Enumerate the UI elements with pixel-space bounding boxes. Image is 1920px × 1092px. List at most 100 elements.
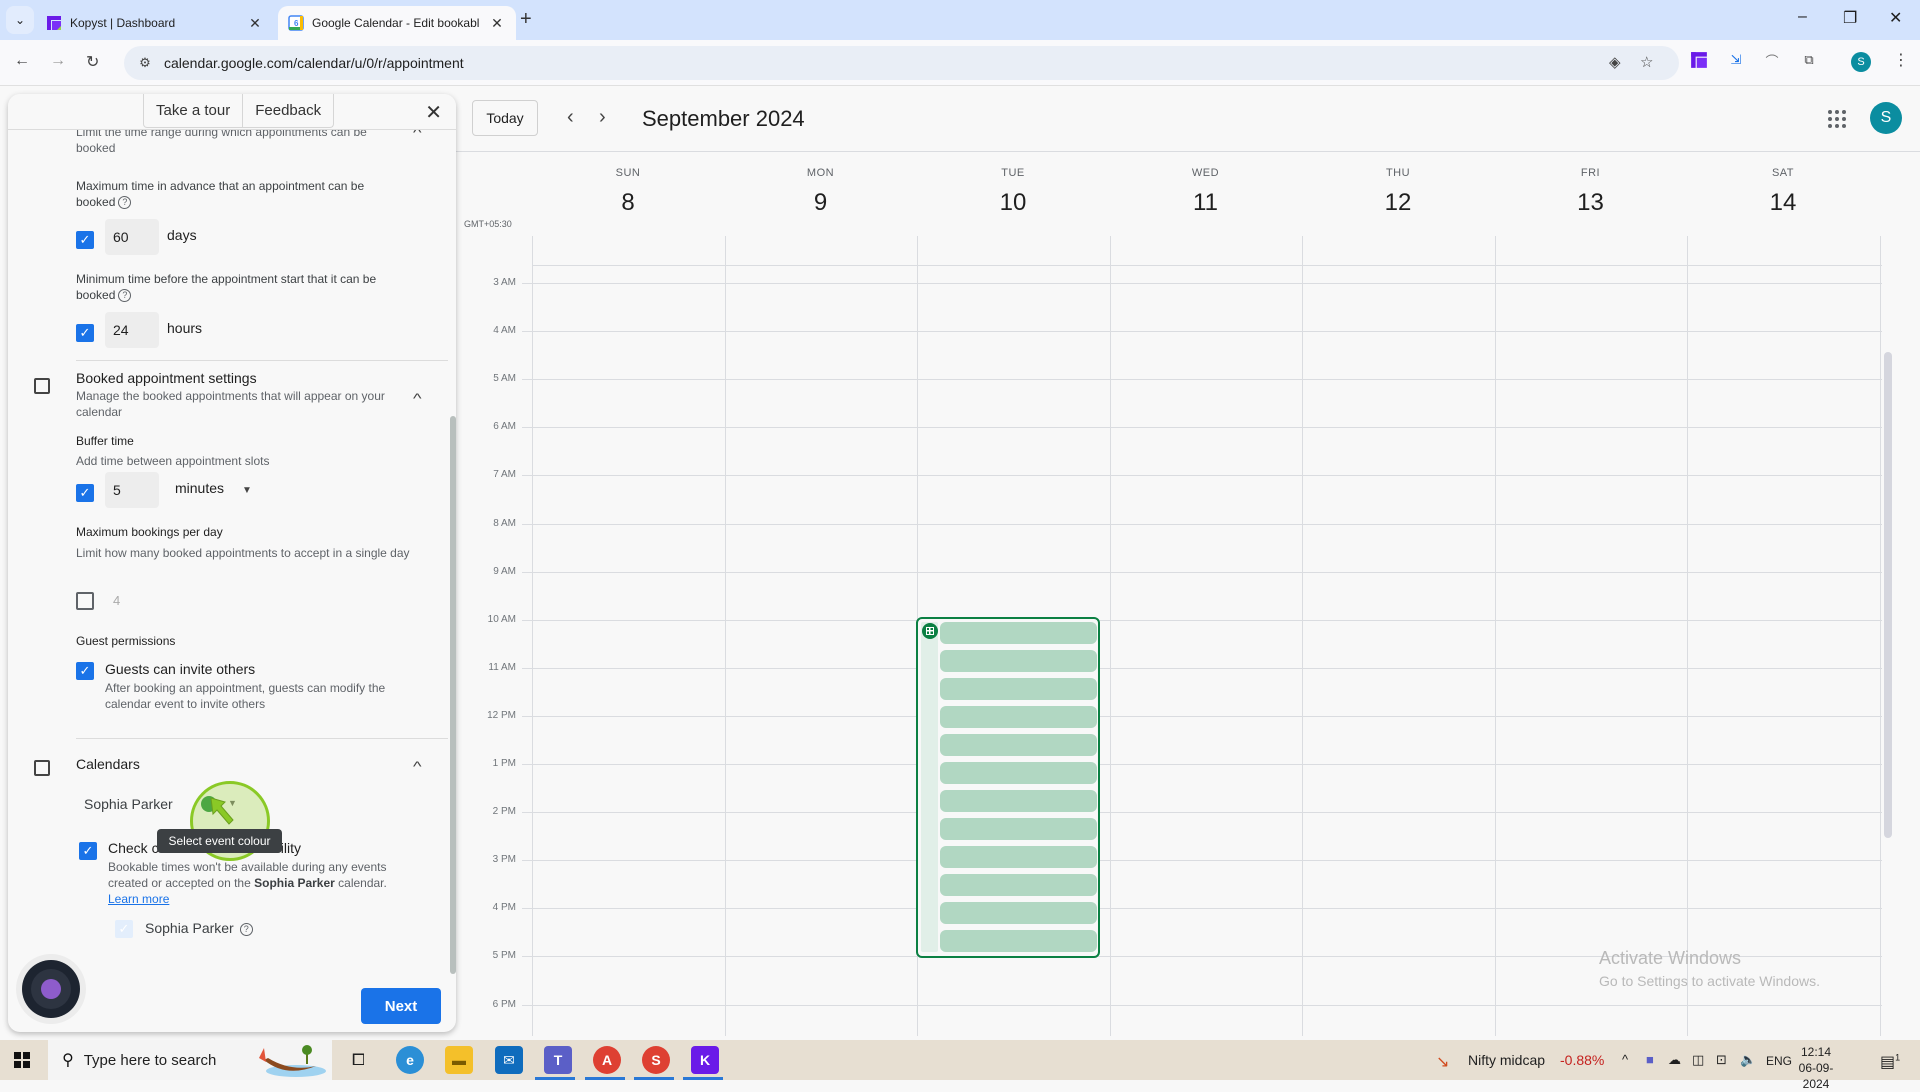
url-text[interactable]: calendar.google.com/calendar/u/0/r/appoi… — [164, 55, 464, 71]
close-tab-icon[interactable]: ✕ — [246, 15, 264, 32]
help-icon[interactable]: ? — [118, 289, 132, 303]
take-a-tour-button[interactable]: Take a tour — [144, 94, 242, 127]
address-bar[interactable]: ⚙ calendar.google.com/calendar/u/0/r/app… — [124, 46, 1679, 80]
collapse-calendars-icon[interactable]: ^ — [413, 758, 422, 774]
calendar-scrollbar[interactable] — [1884, 352, 1892, 838]
guests-invite-checkbox[interactable]: ✓ — [76, 662, 94, 680]
teams-tray-icon[interactable]: ■ — [1646, 1052, 1654, 1067]
day-date[interactable]: 8 — [532, 189, 724, 217]
reload-icon[interactable]: ↻ — [86, 52, 99, 72]
day-date[interactable]: 10 — [917, 189, 1109, 217]
volume-icon[interactable]: 🔈 — [1740, 1052, 1756, 1068]
appointment-slot[interactable] — [940, 706, 1097, 728]
account-avatar[interactable]: S — [1870, 102, 1902, 134]
mail-taskbar-icon[interactable]: ✉ — [495, 1046, 523, 1074]
day-header-thu[interactable]: THU 12 — [1302, 167, 1494, 217]
appointment-slot[interactable] — [940, 762, 1097, 784]
edge-taskbar-icon[interactable]: e — [396, 1046, 424, 1074]
learn-more-link[interactable]: Learn more — [108, 892, 169, 906]
kopyst-extension-icon[interactable] — [1689, 50, 1709, 70]
new-tab-button[interactable]: + — [520, 8, 532, 31]
show-hidden-icons[interactable]: ^ — [1622, 1052, 1628, 1067]
day-header-sat[interactable]: SAT 14 — [1687, 167, 1879, 217]
today-button[interactable]: Today — [472, 100, 538, 136]
more-menu-icon[interactable]: ⋮ — [1893, 50, 1909, 70]
prev-week-button[interactable]: ‹ — [567, 106, 574, 129]
bookmark-star-icon[interactable]: ☆ — [1640, 53, 1653, 71]
notifications-icon[interactable]: ▤1 — [1880, 1052, 1900, 1072]
appointment-slot[interactable] — [940, 902, 1097, 924]
day-header-fri[interactable]: FRI 13 — [1495, 167, 1687, 217]
taskbar-search[interactable]: ⚲ Type here to search — [48, 1040, 332, 1080]
minimize-button[interactable]: – — [1798, 8, 1807, 26]
restore-button[interactable]: ❐ — [1843, 8, 1857, 28]
extension-icon[interactable]: ⇲ — [1726, 50, 1746, 70]
puzzle-extensions-icon[interactable]: ⧉ — [1799, 50, 1819, 70]
week-grid[interactable] — [532, 236, 1882, 1036]
google-apps-icon[interactable] — [1828, 110, 1846, 128]
teams-taskbar-icon[interactable]: T — [544, 1046, 572, 1074]
appointment-slot[interactable] — [940, 846, 1097, 868]
site-settings-icon[interactable]: ⚙ — [130, 55, 160, 71]
day-date[interactable]: 9 — [725, 189, 917, 217]
check-availability-checkbox[interactable]: ✓ — [79, 842, 97, 860]
appointment-schedule-block[interactable] — [916, 617, 1100, 958]
chrome-profile-a-taskbar-icon[interactable]: A — [593, 1046, 621, 1074]
windows-start-icon[interactable] — [14, 1052, 30, 1068]
profile-avatar[interactable]: S — [1851, 52, 1871, 72]
day-header-tue[interactable]: TUE 10 — [917, 167, 1109, 217]
tab-kopyst[interactable]: Kopyst | Dashboard ✕ — [36, 6, 274, 40]
recorder-button[interactable] — [22, 960, 80, 1018]
min-before-input[interactable]: 24 — [105, 312, 159, 348]
appointment-slot[interactable] — [940, 790, 1097, 812]
chrome-profile-s-taskbar-icon[interactable]: S — [642, 1046, 670, 1074]
day-header-wed[interactable]: WED 11 — [1110, 167, 1302, 217]
onedrive-icon[interactable]: ☁ — [1668, 1052, 1681, 1068]
network-icon[interactable]: ⊡ — [1716, 1052, 1727, 1068]
appointment-slot[interactable] — [940, 930, 1097, 952]
next-button[interactable]: Next — [361, 988, 441, 1024]
day-date[interactable]: 14 — [1687, 189, 1879, 217]
max-advance-checkbox[interactable]: ✓ — [76, 231, 94, 249]
min-before-checkbox[interactable]: ✓ — [76, 324, 94, 342]
max-bookings-checkbox[interactable] — [76, 592, 94, 610]
close-window-button[interactable]: ✕ — [1889, 8, 1902, 28]
buffer-time-checkbox[interactable]: ✓ — [76, 484, 94, 502]
lens-icon[interactable]: ◈ — [1609, 53, 1621, 71]
task-view-icon[interactable]: ⧠ — [352, 1052, 365, 1070]
day-header-mon[interactable]: MON 9 — [725, 167, 917, 217]
stock-name[interactable]: Nifty midcap — [1468, 1052, 1545, 1068]
day-date[interactable]: 13 — [1495, 189, 1687, 217]
tab-search-button[interactable]: ⌄ — [6, 6, 34, 34]
day-date[interactable]: 12 — [1302, 189, 1494, 217]
panel-scrollbar[interactable] — [450, 416, 456, 974]
close-tab-icon[interactable]: ✕ — [488, 15, 506, 32]
help-icon[interactable]: ? — [118, 196, 132, 210]
day-header-sun[interactable]: SUN 8 — [532, 167, 724, 217]
collapse-booked-settings-icon[interactable]: ^ — [413, 390, 422, 406]
buffer-time-input[interactable]: 5 — [105, 472, 159, 508]
max-advance-input[interactable]: 60 — [105, 219, 159, 255]
file-explorer-taskbar-icon[interactable]: ▬ — [445, 1046, 473, 1074]
guests-invite-option[interactable]: Guests can invite others — [105, 661, 255, 677]
appointment-slot[interactable] — [940, 874, 1097, 896]
close-panel-icon[interactable]: ✕ — [425, 100, 442, 125]
clock[interactable]: 12:14 06-09-2024 — [1786, 1044, 1846, 1092]
tab-google-calendar[interactable]: 6 Google Calendar - Edit bookabl ✕ — [278, 6, 516, 40]
extension-arc-icon[interactable]: ⌒ — [1762, 50, 1782, 70]
feedback-button[interactable]: Feedback — [242, 94, 333, 127]
camera-icon[interactable]: ◫ — [1692, 1052, 1704, 1068]
appointment-slot[interactable] — [940, 650, 1097, 672]
appointment-slot[interactable] — [940, 734, 1097, 756]
appointment-slot[interactable] — [940, 622, 1097, 644]
day-date[interactable]: 11 — [1110, 189, 1302, 217]
buffer-unit-select[interactable]: minutes ▼ — [175, 480, 252, 496]
appointment-slot[interactable] — [940, 678, 1097, 700]
forward-icon[interactable]: → — [50, 52, 66, 70]
kopyst-taskbar-icon[interactable]: K — [691, 1046, 719, 1074]
next-week-button[interactable]: › — [599, 106, 606, 129]
appointment-slot[interactable] — [940, 818, 1097, 840]
help-icon[interactable]: ? — [239, 922, 253, 936]
max-bookings-input[interactable]: 4 — [113, 593, 120, 608]
back-icon[interactable]: ← — [14, 52, 30, 70]
